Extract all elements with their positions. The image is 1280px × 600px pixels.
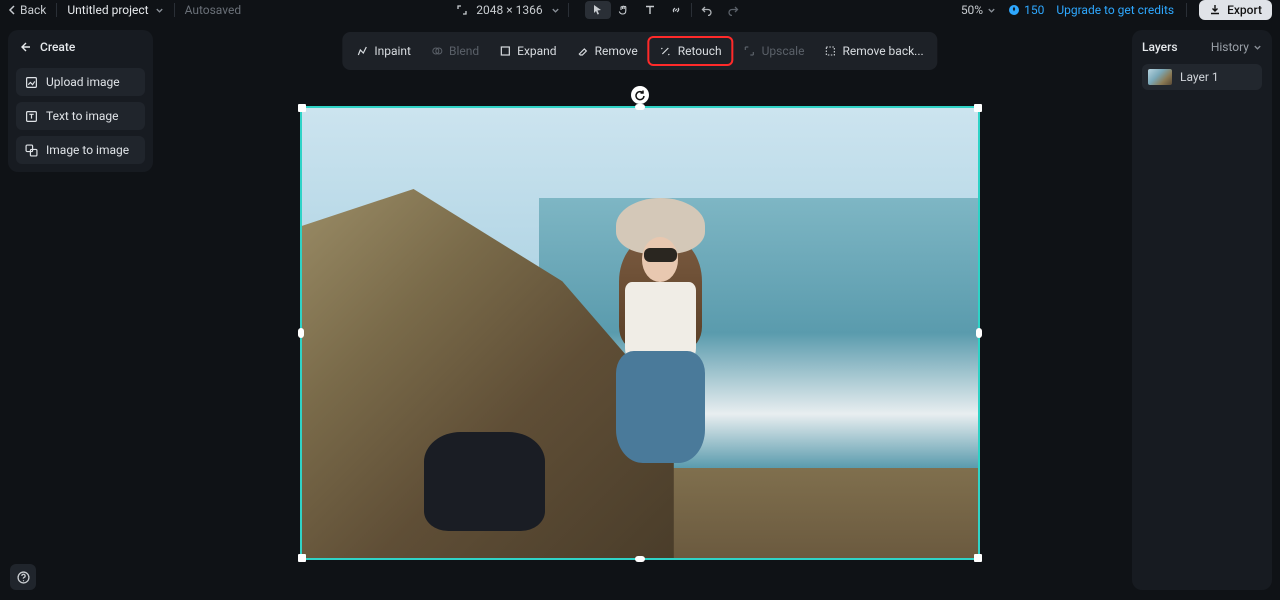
text-to-image-icon xyxy=(25,110,38,123)
remove-bg-label: Remove back... xyxy=(842,44,923,58)
text-to-image-label: Text to image xyxy=(46,109,119,123)
back-label: Back xyxy=(20,3,46,17)
retouch-button[interactable]: Retouch xyxy=(648,36,734,66)
remove-label: Remove xyxy=(595,44,638,58)
rotate-handle[interactable] xyxy=(631,86,649,104)
expand-button[interactable]: Expand xyxy=(489,38,566,64)
download-icon xyxy=(1209,4,1221,16)
chevron-down-icon xyxy=(155,6,164,15)
separator xyxy=(56,3,57,17)
expand-label: Expand xyxy=(517,44,556,58)
layer-name: Layer 1 xyxy=(1180,70,1219,84)
blend-icon xyxy=(431,45,443,57)
credits-badge[interactable]: 150 xyxy=(1008,3,1044,17)
credits-value: 150 xyxy=(1024,3,1044,17)
link-icon xyxy=(670,4,682,16)
rotate-icon xyxy=(634,89,646,101)
text-tool[interactable] xyxy=(637,1,663,19)
canvas-image xyxy=(302,108,978,558)
image-to-image-label: Image to image xyxy=(46,143,129,157)
project-name-dropdown[interactable]: Untitled project xyxy=(67,3,163,17)
create-panel: Create Upload image Text to image Image … xyxy=(8,30,153,172)
chevron-down-icon xyxy=(987,6,996,15)
export-label: Export xyxy=(1227,3,1262,17)
separator xyxy=(1186,3,1187,17)
separator xyxy=(568,3,569,17)
image-to-image-button[interactable]: Image to image xyxy=(16,136,145,164)
retouch-label: Retouch xyxy=(678,44,722,58)
inpaint-label: Inpaint xyxy=(374,44,411,58)
image-to-image-icon xyxy=(25,144,38,157)
text-to-image-button[interactable]: Text to image xyxy=(16,102,145,130)
history-label: History xyxy=(1211,40,1249,54)
hand-icon xyxy=(618,4,630,16)
inpaint-button[interactable]: Inpaint xyxy=(346,38,421,64)
layer-item[interactable]: Layer 1 xyxy=(1142,64,1262,90)
export-button[interactable]: Export xyxy=(1199,0,1272,20)
undo-button[interactable] xyxy=(694,1,720,19)
separator xyxy=(691,3,692,17)
back-button[interactable]: Back xyxy=(8,3,46,17)
cursor-tool[interactable] xyxy=(585,1,611,19)
resize-handle-t[interactable] xyxy=(635,104,645,110)
upgrade-link[interactable]: Upgrade to get credits xyxy=(1056,3,1174,17)
chevron-left-icon xyxy=(8,5,18,15)
chevron-down-icon xyxy=(1253,43,1262,52)
remove-button[interactable]: Remove xyxy=(567,38,648,64)
retouch-icon xyxy=(660,45,672,57)
canvas-dimensions[interactable]: 2048 × 1366 xyxy=(456,3,559,17)
cursor-icon xyxy=(592,4,604,16)
blend-label: Blend xyxy=(449,44,479,58)
layers-panel: Layers History Layer 1 xyxy=(1132,30,1272,590)
help-button[interactable] xyxy=(10,564,36,590)
remove-bg-icon xyxy=(824,45,836,57)
upload-image-label: Upload image xyxy=(46,75,120,89)
zoom-value: 50% xyxy=(961,3,983,17)
upload-image-icon xyxy=(25,76,38,89)
action-toolbar: Inpaint Blend Expand Remove Retouch Upsc… xyxy=(342,32,937,70)
credits-icon xyxy=(1008,4,1020,16)
redo-icon xyxy=(727,4,739,16)
autosaved-status: Autosaved xyxy=(185,3,242,17)
eraser-icon xyxy=(577,45,589,57)
resize-handle-l[interactable] xyxy=(298,328,304,338)
resize-icon xyxy=(456,4,468,16)
resize-handle-r[interactable] xyxy=(976,328,982,338)
link-tool[interactable] xyxy=(663,1,689,19)
upscale-button: Upscale xyxy=(734,38,815,64)
history-dropdown[interactable]: History xyxy=(1211,40,1262,54)
upload-image-button[interactable]: Upload image xyxy=(16,68,145,96)
layer-thumbnail xyxy=(1148,69,1172,85)
project-name: Untitled project xyxy=(67,3,148,17)
create-label: Create xyxy=(40,40,75,54)
upscale-label: Upscale xyxy=(762,44,805,58)
resize-handle-tr[interactable] xyxy=(974,104,982,112)
layers-title: Layers xyxy=(1142,40,1178,54)
upscale-icon xyxy=(744,45,756,57)
expand-icon xyxy=(499,45,511,57)
resize-handle-br[interactable] xyxy=(974,554,982,562)
dimensions-text: 2048 × 1366 xyxy=(476,3,542,17)
create-header[interactable]: Create xyxy=(16,38,145,62)
undo-icon xyxy=(701,4,713,16)
zoom-dropdown[interactable]: 50% xyxy=(961,3,996,17)
blend-button: Blend xyxy=(421,38,489,64)
resize-handle-b[interactable] xyxy=(635,556,645,562)
redo-button[interactable] xyxy=(720,1,746,19)
canvas[interactable] xyxy=(300,88,980,542)
help-icon xyxy=(17,571,30,584)
text-icon xyxy=(644,4,656,16)
inpaint-icon xyxy=(356,45,368,57)
back-arrow-icon xyxy=(20,41,32,53)
remove-background-button[interactable]: Remove back... xyxy=(814,38,933,64)
image-selection[interactable] xyxy=(300,106,980,560)
chevron-down-icon xyxy=(551,6,560,15)
hand-tool[interactable] xyxy=(611,1,637,19)
resize-handle-tl[interactable] xyxy=(298,104,306,112)
resize-handle-bl[interactable] xyxy=(298,554,306,562)
separator xyxy=(174,3,175,17)
